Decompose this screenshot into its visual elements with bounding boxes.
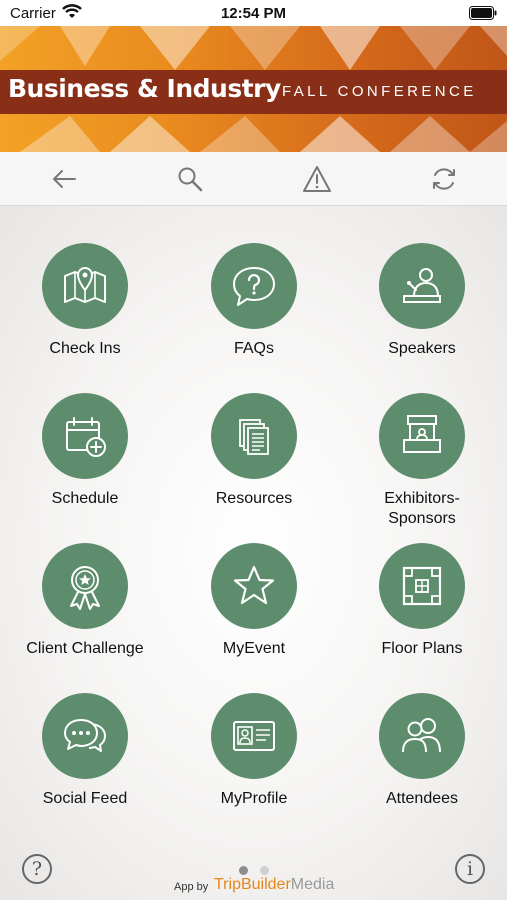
tile-faqs[interactable]: FAQs xyxy=(179,243,329,373)
status-bar: Carrier 12:54 PM xyxy=(0,0,507,26)
battery-icon xyxy=(469,6,497,20)
tile-circle xyxy=(379,243,465,329)
tile-circle xyxy=(379,543,465,629)
tile-resources[interactable]: Resources xyxy=(179,393,329,523)
status-time: 12:54 PM xyxy=(220,5,287,22)
back-arrow-icon[interactable] xyxy=(49,164,79,194)
banner-subtitle: FALL CONFERENCE xyxy=(282,83,477,100)
banner-title: Business & Industry xyxy=(8,74,281,103)
calendar-add-icon xyxy=(66,417,106,457)
booth-icon xyxy=(403,415,441,453)
tile-speakers[interactable]: Speakers xyxy=(347,243,497,373)
help-button[interactable]: ? xyxy=(22,854,52,884)
floor-plan-icon xyxy=(402,566,442,606)
tile-label: Attendees xyxy=(385,790,459,807)
tile-circle xyxy=(42,393,128,479)
tile-schedule[interactable]: Schedule xyxy=(10,393,160,523)
info-icon: i xyxy=(466,858,474,880)
award-ribbon-icon xyxy=(70,566,100,610)
tile-circle xyxy=(211,543,297,629)
tile-label: Floor Plans xyxy=(381,640,463,657)
tile-check-ins[interactable]: Check Ins xyxy=(10,243,160,373)
tile-circle xyxy=(379,393,465,479)
tile-label: MyProfile xyxy=(220,790,288,807)
conference-banner: Business & Industry FALL CONFERENCE xyxy=(0,26,507,152)
tile-circle xyxy=(211,393,297,479)
tile-client-challenge[interactable]: Client Challenge xyxy=(10,543,160,673)
speaker-podium-icon xyxy=(403,268,441,303)
toolbar xyxy=(0,152,507,206)
tile-label: Exhibitors- Sponsors xyxy=(384,490,460,527)
star-icon xyxy=(233,565,275,605)
brand-logo: TripBuilderMedia xyxy=(214,876,334,894)
map-pin-icon xyxy=(64,267,106,303)
tile-label: FAQs xyxy=(233,340,274,357)
main-menu-grid: Check Ins FAQs Speakers Schedule Resourc… xyxy=(0,206,507,900)
tile-social-feed[interactable]: Social Feed xyxy=(10,693,160,823)
brand-name-part1: TripBuilder xyxy=(214,876,291,893)
page-dot[interactable] xyxy=(260,866,269,875)
chat-bubbles-icon xyxy=(64,719,106,752)
powered-by-label: App by xyxy=(174,881,209,893)
tile-label: Schedule xyxy=(51,490,119,507)
tile-circle xyxy=(42,243,128,329)
tile-floor-plans[interactable]: Floor Plans xyxy=(347,543,497,673)
brand-name-part2: Media xyxy=(290,876,335,893)
help-icon: ? xyxy=(31,858,43,880)
tile-label: Speakers xyxy=(388,340,456,357)
tile-circle xyxy=(42,693,128,779)
question-bubble-icon xyxy=(233,267,275,306)
info-button[interactable]: i xyxy=(455,854,485,884)
tile-circle xyxy=(42,543,128,629)
search-icon[interactable] xyxy=(175,164,205,194)
tile-label: Client Challenge xyxy=(26,640,144,657)
tile-myprofile[interactable]: MyProfile xyxy=(179,693,329,823)
tile-myevent[interactable]: MyEvent xyxy=(179,543,329,673)
tile-attendees[interactable]: Attendees xyxy=(347,693,497,823)
tile-label: MyEvent xyxy=(222,640,286,657)
tile-label: Check Ins xyxy=(49,340,121,357)
tile-circle xyxy=(211,243,297,329)
id-card-icon xyxy=(233,721,275,751)
page-dot-active[interactable] xyxy=(239,866,248,875)
refresh-icon[interactable] xyxy=(429,164,459,194)
tile-circle xyxy=(379,693,465,779)
documents-icon xyxy=(239,419,269,455)
alert-icon[interactable] xyxy=(302,164,332,194)
tile-label: Resources xyxy=(215,490,293,507)
tile-exhibitors-sponsors[interactable]: Exhibitors- Sponsors xyxy=(347,393,497,527)
tile-label: Social Feed xyxy=(42,790,128,807)
tile-circle xyxy=(211,693,297,779)
people-icon xyxy=(402,718,441,753)
